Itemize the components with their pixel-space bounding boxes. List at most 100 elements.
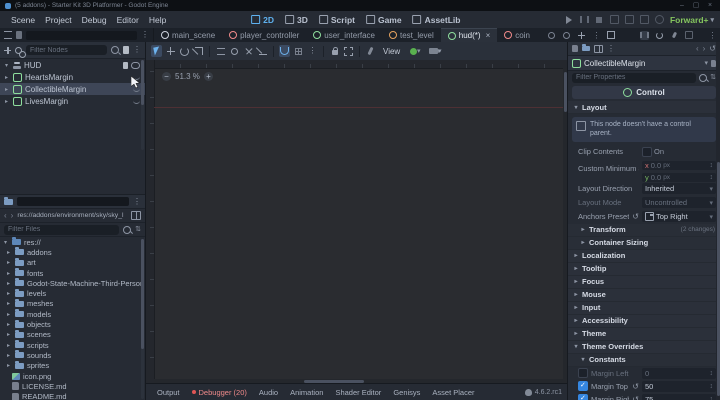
expand-tabs-icon[interactable]: [607, 31, 616, 40]
tree-row-hud[interactable]: ▾ HUD: [0, 59, 145, 71]
section-theme-overrides[interactable]: ▾ Theme Overrides: [568, 340, 720, 354]
attach-script-button[interactable]: [123, 46, 129, 54]
file-row[interactable]: ▸ scenes: [0, 329, 145, 340]
play-custom-scene-button[interactable]: [639, 15, 649, 24]
expand-icon[interactable]: ▸: [3, 86, 10, 93]
visibility-toggle-icon[interactable]: [133, 99, 140, 104]
file-row[interactable]: icon.png: [0, 371, 145, 381]
tree-row-heartsmargin[interactable]: ▸ HeartsMargin: [0, 71, 145, 83]
screenshot-icon[interactable]: [685, 31, 694, 40]
collapse-icon[interactable]: ▾: [3, 62, 10, 69]
lock-node-button[interactable]: [329, 45, 340, 57]
tab-genisys[interactable]: Genisys: [388, 388, 425, 397]
filter-nodes-input[interactable]: [26, 45, 107, 55]
split-mode-icon[interactable]: [131, 211, 141, 220]
file-row[interactable]: ▸ sprites: [0, 360, 145, 371]
margin-right-field[interactable]: 75 ↕: [642, 393, 716, 400]
preview-environment-button[interactable]: ▾: [407, 45, 423, 57]
instance-scene-button[interactable]: [15, 46, 26, 58]
tab-main-scene[interactable]: main_scene: [154, 28, 222, 42]
tab-coin[interactable]: coin: [497, 28, 537, 42]
renderer-selector[interactable]: Forward+ ▾: [670, 15, 714, 25]
play-button[interactable]: [565, 15, 574, 24]
group-node-button[interactable]: [343, 45, 354, 57]
file-row[interactable]: ▸ fonts: [0, 268, 145, 278]
file-row[interactable]: ▸ meshes: [0, 298, 145, 309]
tab-output[interactable]: Output: [152, 388, 185, 397]
spinner-icon[interactable]: ↕: [710, 370, 714, 377]
tab-shader-editor[interactable]: Shader Editor: [330, 388, 386, 397]
scene-dock-tab-icon[interactable]: [16, 31, 22, 39]
section-container-sizing[interactable]: ▸ Container Sizing: [568, 236, 720, 250]
file-row[interactable]: ▸ scripts: [0, 340, 145, 350]
tab-player-controller[interactable]: player_controller: [222, 28, 306, 42]
camera-override-button[interactable]: ▾: [426, 45, 444, 57]
layout-direction-dropdown[interactable]: Inherited ▾: [642, 183, 716, 195]
class-header-control[interactable]: Control: [572, 86, 716, 99]
section-tooltip[interactable]: ▸ Tooltip: [568, 262, 720, 276]
view-menu[interactable]: View: [379, 47, 404, 56]
filesystem-menu-icon[interactable]: ⋮: [133, 197, 141, 206]
expand-icon[interactable]: ▸: [3, 98, 10, 105]
workspace-2d[interactable]: 2D: [251, 15, 274, 25]
file-row[interactable]: ▸ art: [0, 257, 145, 268]
menu-help[interactable]: Help: [144, 15, 171, 25]
ruler-tool-button[interactable]: [257, 45, 268, 57]
minimize-button[interactable]: –: [677, 0, 687, 11]
remote-debug-button[interactable]: [609, 15, 619, 24]
tab-animation[interactable]: Animation: [285, 388, 328, 397]
workspace-3d[interactable]: 3D: [285, 15, 308, 25]
margin-left-field[interactable]: 0 ↕: [642, 367, 716, 379]
anchors-preset-dropdown[interactable]: Top Right ▾: [642, 211, 716, 223]
history-icon[interactable]: ↺: [709, 44, 716, 53]
spinner-icon[interactable]: ↕: [710, 174, 714, 181]
movie-maker-button[interactable]: [654, 15, 664, 24]
layout-mode-dropdown[interactable]: Uncontrolled ▾: [642, 197, 716, 209]
tab-audio[interactable]: Audio: [254, 388, 283, 397]
menu-editor[interactable]: Editor: [112, 15, 144, 25]
filter-files-input[interactable]: [4, 224, 120, 235]
dock-options-icon[interactable]: ⋮: [141, 31, 149, 39]
override-checkbox[interactable]: [578, 381, 588, 392]
scene-tree-scrollbar[interactable]: [141, 60, 144, 150]
zoom-in-button[interactable]: +: [203, 72, 213, 81]
section-focus[interactable]: ▸ Focus: [568, 275, 720, 289]
tab-asset-placer[interactable]: Asset Placer: [427, 388, 479, 397]
rotate-tool-button[interactable]: [179, 45, 190, 57]
resource-menu-icon[interactable]: ⋮: [607, 44, 615, 53]
load-resource-icon[interactable]: [582, 44, 590, 51]
history-back-icon[interactable]: ‹: [696, 44, 699, 53]
workspace-assetlib[interactable]: AssetLib: [412, 15, 461, 25]
section-localization[interactable]: ▸ Localization: [568, 249, 720, 263]
sort-files-icon[interactable]: ⇅: [135, 226, 141, 233]
close-tab-icon[interactable]: ×: [486, 31, 491, 40]
workspace-script[interactable]: Script: [318, 15, 355, 25]
file-row[interactable]: ▸ Godot-State-Machine-Third-Person...: [0, 278, 145, 288]
override-checkbox[interactable]: [578, 368, 588, 379]
workspace-game[interactable]: Game: [365, 15, 402, 25]
zoom-out-button[interactable]: −: [162, 72, 171, 81]
spinner-icon[interactable]: ↕: [710, 396, 714, 400]
file-row-root[interactable]: ▾ res://: [0, 237, 145, 247]
forward-icon[interactable]: ›: [11, 211, 14, 220]
override-checkbox[interactable]: [578, 394, 588, 400]
file-row[interactable]: README.md: [0, 391, 145, 400]
min-size-y-field[interactable]: y 0.0 px ↕: [642, 172, 716, 182]
list-select-button[interactable]: [215, 45, 226, 57]
filesystem-scrollbar[interactable]: [141, 239, 144, 399]
menu-debug[interactable]: Debug: [77, 15, 112, 25]
scale-tool-button[interactable]: [193, 45, 204, 57]
tab-list-icon[interactable]: ⋮: [592, 31, 601, 40]
pan-tool-button[interactable]: [243, 45, 254, 57]
menu-project[interactable]: Project: [40, 15, 76, 25]
back-icon[interactable]: ‹: [4, 211, 7, 220]
prev-scene-button[interactable]: [547, 31, 556, 40]
send-feedback-icon[interactable]: [670, 31, 679, 40]
tab-test-level[interactable]: test_level: [382, 28, 441, 42]
spinner-icon[interactable]: ↕: [710, 162, 714, 169]
revert-icon[interactable]: ↺: [632, 395, 639, 400]
tab-user-interface[interactable]: user_interface: [306, 28, 382, 42]
file-row[interactable]: ▸ sounds: [0, 350, 145, 360]
file-row[interactable]: ▸ models: [0, 309, 145, 319]
favorites-area[interactable]: [17, 197, 129, 206]
